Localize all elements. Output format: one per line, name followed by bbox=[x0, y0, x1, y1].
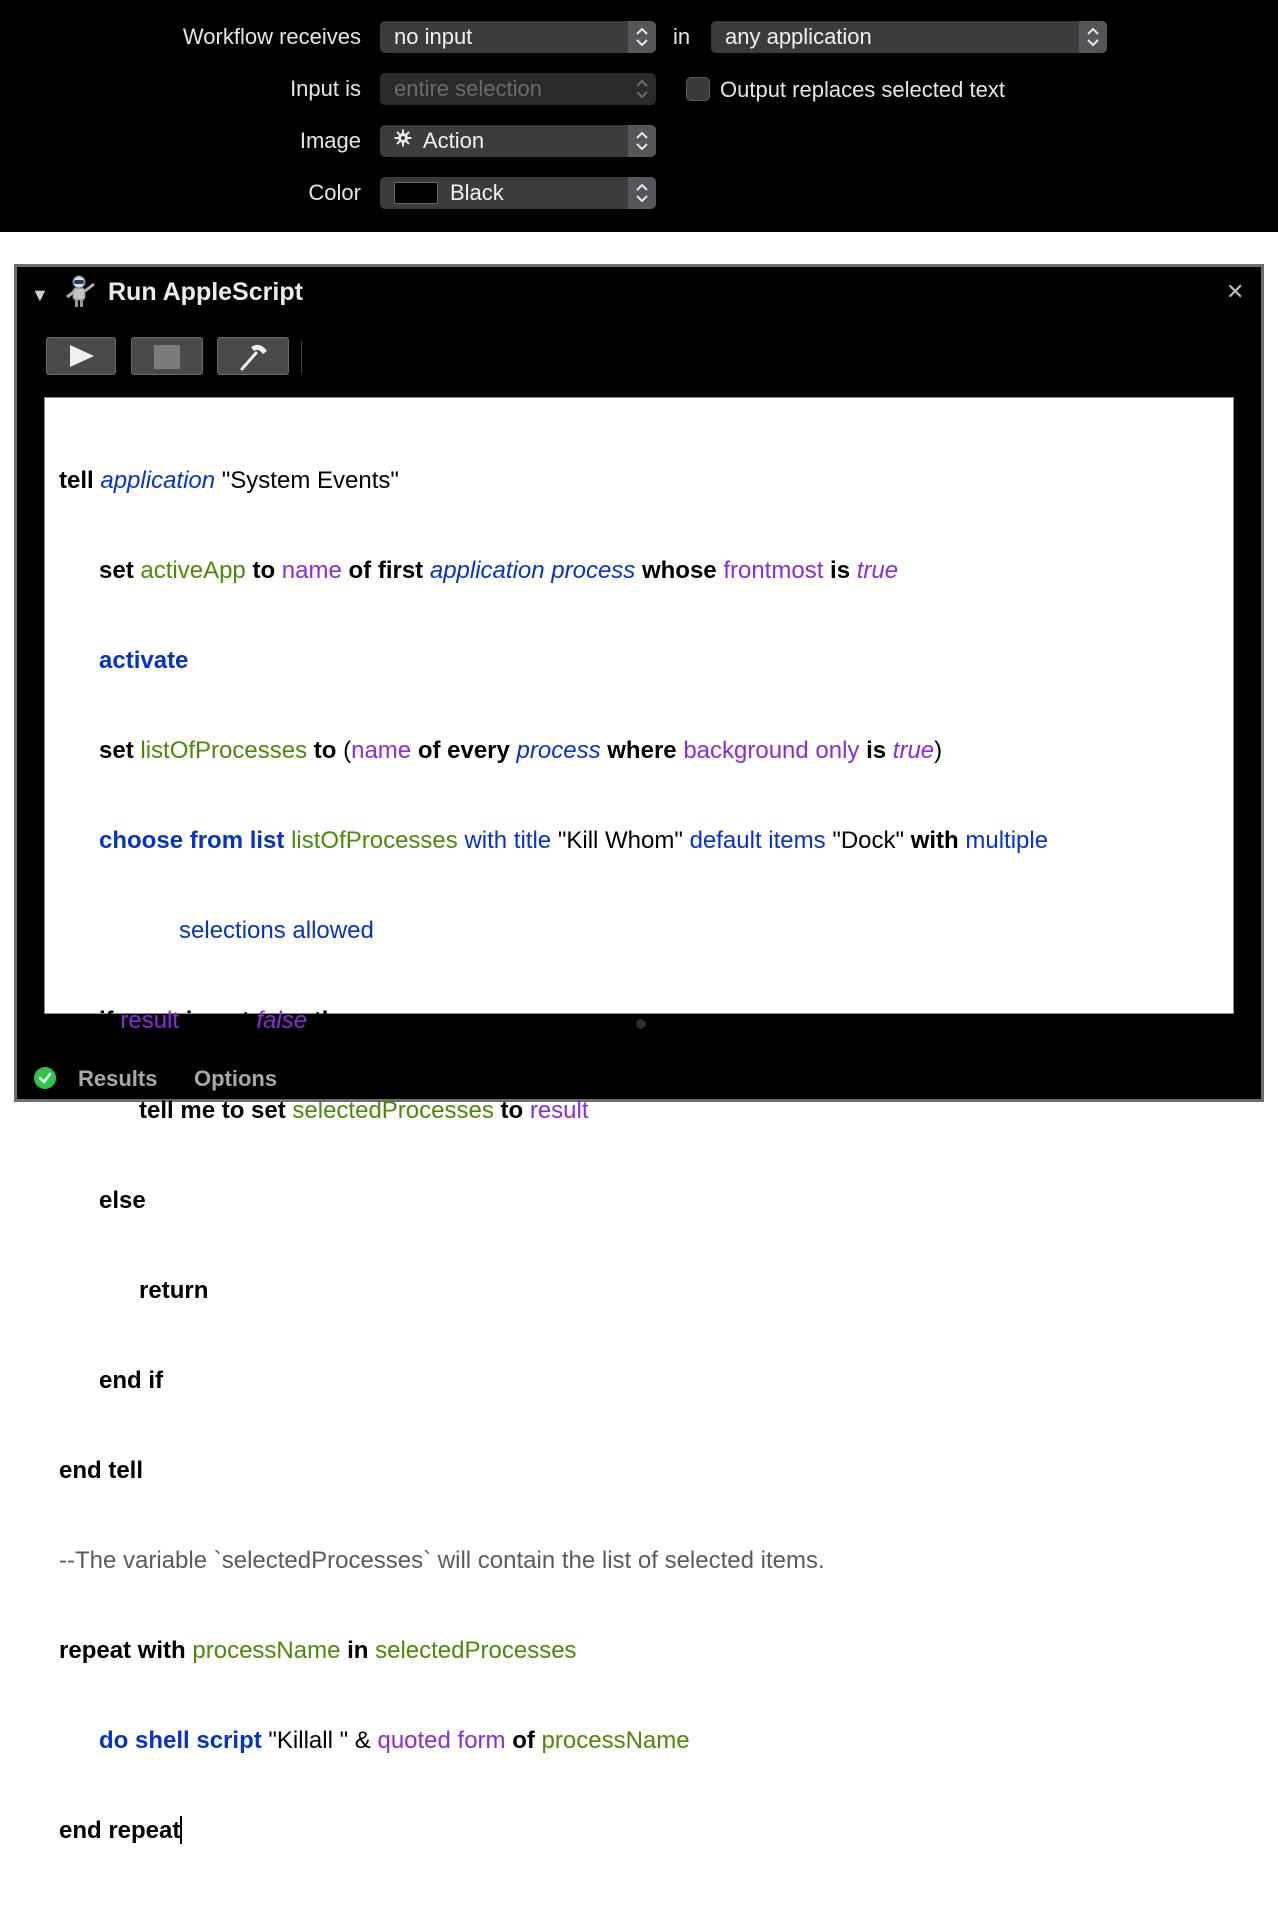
chevron-updown-icon bbox=[628, 125, 656, 157]
compile-hammer-icon bbox=[240, 344, 267, 371]
in-label: in bbox=[673, 24, 691, 49]
chevron-updown-icon bbox=[628, 73, 656, 105]
close-icon[interactable]: ✕ bbox=[1226, 279, 1244, 305]
gear-icon bbox=[394, 124, 412, 156]
code-line: else bbox=[99, 1187, 146, 1214]
color-popup[interactable]: Black bbox=[380, 177, 656, 209]
stop-script-button[interactable] bbox=[131, 337, 203, 375]
disclosure-triangle-icon[interactable]: ▼ bbox=[31, 285, 49, 306]
options-tab[interactable]: Options bbox=[194, 1066, 277, 1092]
code-line: set activeApp to name of first applicati… bbox=[99, 557, 899, 584]
action-title: Run AppleScript bbox=[108, 278, 303, 306]
workflow-receives-popup[interactable]: no input bbox=[380, 21, 656, 53]
code-line: end if bbox=[99, 1367, 164, 1394]
input-is-label: Input is bbox=[290, 76, 361, 101]
chevron-updown-icon bbox=[1079, 21, 1107, 53]
image-label: Image bbox=[299, 128, 361, 153]
code-line: choose from list listOfProcesses with ti… bbox=[99, 827, 1049, 854]
automator-robot-icon bbox=[65, 275, 97, 314]
results-tab[interactable]: Results bbox=[78, 1066, 157, 1092]
script-editor[interactable]: tell application "System Events" set act… bbox=[44, 397, 1234, 1844]
script-code[interactable]: tell application "System Events" set act… bbox=[59, 406, 1048, 1906]
workflow-receives-label: Workflow receives bbox=[182, 24, 361, 49]
code-line: tell application "System Events" bbox=[59, 467, 399, 494]
chevron-updown-icon bbox=[628, 177, 656, 209]
text-caret bbox=[180, 1816, 183, 1844]
color-value: Black bbox=[450, 180, 504, 205]
toolbar-separator bbox=[301, 341, 302, 373]
image-popup[interactable]: Action bbox=[380, 125, 656, 157]
workflow-settings-panel: Workflow receives no input in any applic… bbox=[0, 0, 1278, 232]
chevron-updown-icon bbox=[628, 21, 656, 53]
code-line: if result is not false then bbox=[99, 1007, 365, 1034]
run-script-button[interactable] bbox=[46, 337, 116, 375]
input-is-popup[interactable]: entire selection bbox=[380, 73, 656, 105]
code-line: end tell bbox=[59, 1457, 144, 1484]
code-line: --The variable `selectedProcesses` will … bbox=[59, 1547, 825, 1574]
compile-script-button[interactable] bbox=[217, 337, 289, 375]
output-replaces-checkbox[interactable] bbox=[686, 77, 710, 101]
code-line: selections allowed bbox=[179, 917, 374, 944]
image-value: Action bbox=[422, 128, 485, 153]
code-line: end repeat bbox=[59, 1816, 183, 1844]
application-popup[interactable]: any application bbox=[711, 21, 1107, 53]
run-icon bbox=[70, 345, 94, 367]
code-line: set listOfProcesses to (name of every pr… bbox=[99, 737, 943, 764]
code-line: activate bbox=[99, 647, 189, 674]
input-is-value: entire selection bbox=[394, 76, 542, 101]
code-line: repeat with processName in selectedProce… bbox=[59, 1637, 577, 1664]
color-swatch bbox=[394, 181, 438, 204]
workflow-receives-value: no input bbox=[394, 24, 473, 49]
success-check-icon bbox=[34, 1067, 56, 1089]
stop-icon bbox=[154, 345, 180, 369]
color-label: Color bbox=[308, 180, 361, 205]
code-line: do shell script "Killall " & quoted form… bbox=[99, 1727, 690, 1754]
resize-handle[interactable] bbox=[636, 1019, 646, 1029]
code-line: tell me to set selectedProcesses to resu… bbox=[139, 1097, 589, 1124]
application-value: any application bbox=[725, 24, 872, 49]
run-applescript-action: ▼ Run AppleScript ✕ tell application "Sy… bbox=[14, 264, 1264, 1844]
output-replaces-label[interactable]: Output replaces selected text bbox=[720, 77, 1005, 103]
code-line: return bbox=[139, 1277, 209, 1304]
